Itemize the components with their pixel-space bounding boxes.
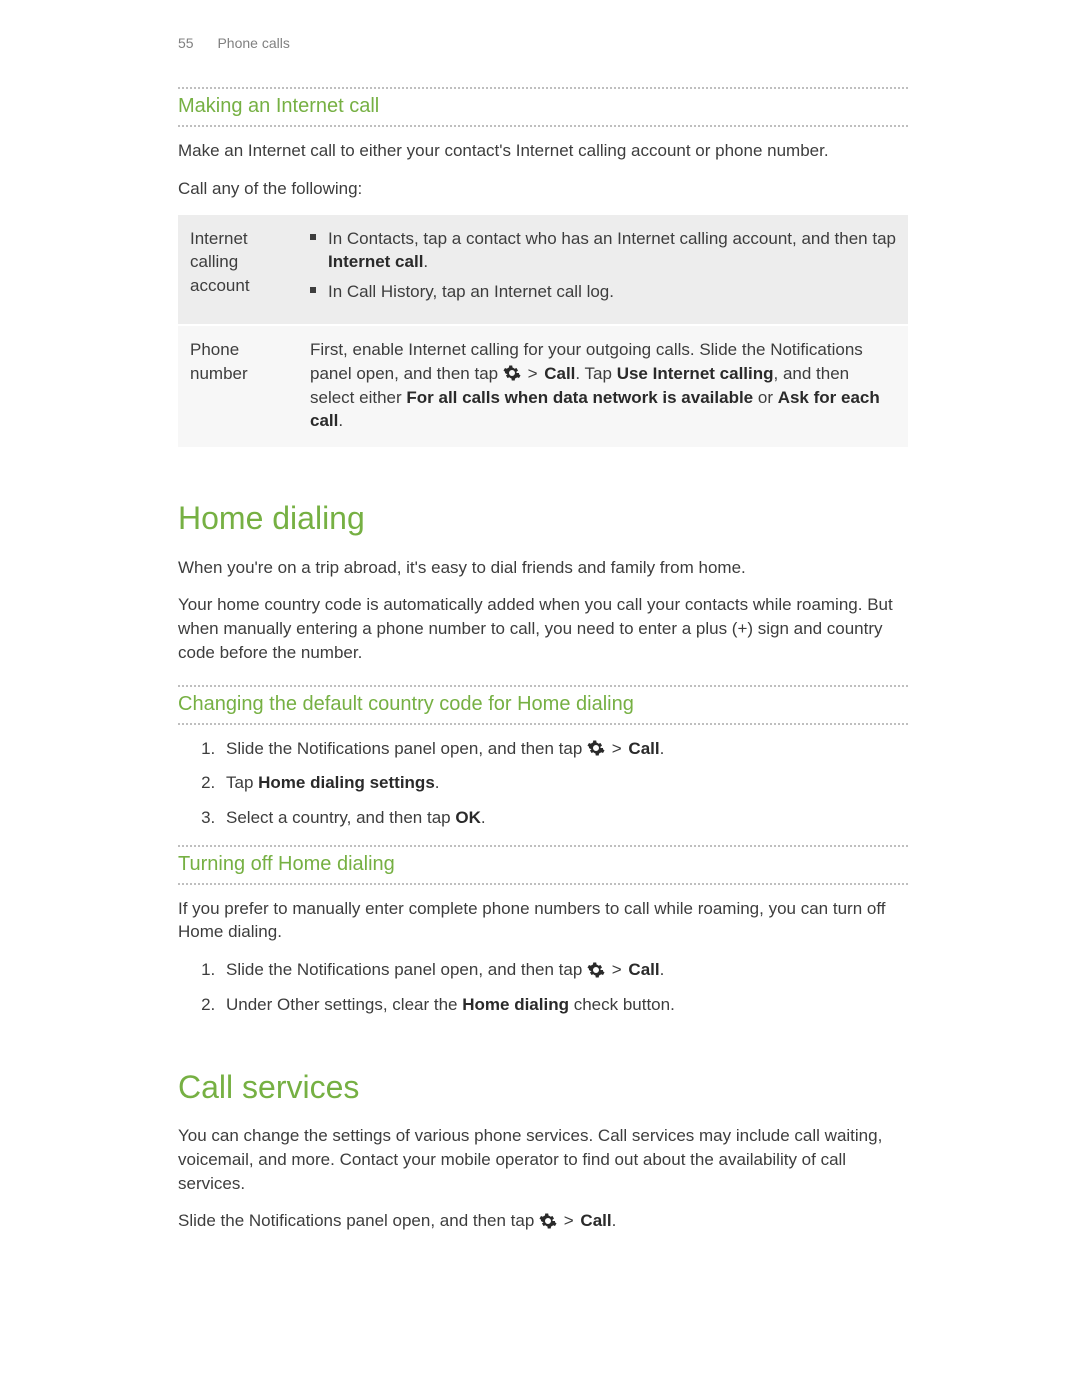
- text: .: [423, 252, 428, 271]
- paragraph: Make an Internet call to either your con…: [178, 139, 908, 163]
- text: .: [612, 1211, 617, 1230]
- divider: [178, 125, 908, 127]
- table-cell-label: Internet calling account: [178, 215, 298, 325]
- text: Tap: [226, 773, 258, 792]
- list-item: Slide the Notifications panel open, and …: [220, 958, 908, 983]
- sub-heading-change-country: Changing the default country code for Ho…: [178, 691, 908, 719]
- main-heading-home-dialing: Home dialing: [178, 499, 908, 537]
- text: Slide the Notifications panel open, and …: [226, 739, 587, 758]
- info-table: Internet calling account In Contacts, ta…: [178, 215, 908, 450]
- divider: [178, 845, 908, 847]
- bold-text: Home dialing settings: [258, 773, 435, 792]
- text: .: [338, 411, 343, 430]
- text: >: [605, 739, 628, 758]
- bold-text: Call: [580, 1211, 611, 1230]
- bold-text: Use Internet calling: [617, 364, 774, 383]
- bullet-list: In Contacts, tap a contact who has an In…: [310, 227, 896, 304]
- text: .: [481, 808, 486, 827]
- text: Slide the Notifications panel open, and …: [178, 1211, 539, 1230]
- text: >: [605, 960, 628, 979]
- settings-gear-icon: [503, 364, 521, 382]
- divider: [178, 883, 908, 885]
- text: Select a country, and then tap: [226, 808, 455, 827]
- table-cell-content: In Contacts, tap a contact who has an In…: [298, 215, 908, 325]
- text: . Tap: [575, 364, 616, 383]
- table-row: Internet calling account In Contacts, ta…: [178, 215, 908, 325]
- bold-text: Call: [628, 960, 659, 979]
- paragraph: When you're on a trip abroad, it's easy …: [178, 556, 908, 580]
- table-cell-content: First, enable Internet calling for your …: [298, 325, 908, 448]
- list-item: In Contacts, tap a contact who has an In…: [310, 227, 896, 275]
- paragraph: Call any of the following:: [178, 177, 908, 201]
- text: check button.: [569, 995, 675, 1014]
- text: In Call History, tap an Internet call lo…: [328, 282, 614, 301]
- sub-heading-turn-off: Turning off Home dialing: [178, 851, 908, 879]
- sub-heading-making-call: Making an Internet call: [178, 93, 908, 121]
- text: >: [521, 364, 544, 383]
- document-page: 55 Phone calls Making an Internet call M…: [0, 0, 1080, 1397]
- bold-text: For all calls when data network is avail…: [406, 388, 753, 407]
- bold-text: Call: [628, 739, 659, 758]
- page-number: 55: [178, 35, 194, 51]
- text: Slide the Notifications panel open, and …: [226, 960, 587, 979]
- ordered-steps: Slide the Notifications panel open, and …: [178, 737, 908, 831]
- table-cell-label: Phone number: [178, 325, 298, 448]
- paragraph: You can change the settings of various p…: [178, 1124, 908, 1195]
- text: >: [557, 1211, 580, 1230]
- text: Under Other settings, clear the: [226, 995, 462, 1014]
- paragraph: If you prefer to manually enter complete…: [178, 897, 908, 945]
- bold-text: OK: [455, 808, 481, 827]
- list-item: Select a country, and then tap OK.: [220, 806, 908, 831]
- settings-gear-icon: [587, 739, 605, 757]
- ordered-steps: Slide the Notifications panel open, and …: [178, 958, 908, 1017]
- text: .: [660, 739, 665, 758]
- bold-text: Home dialing: [462, 995, 569, 1014]
- bold-text: Internet call: [328, 252, 423, 271]
- table-row: Phone number First, enable Internet call…: [178, 325, 908, 448]
- settings-gear-icon: [587, 961, 605, 979]
- divider: [178, 685, 908, 687]
- divider: [178, 87, 908, 89]
- text: .: [660, 960, 665, 979]
- settings-gear-icon: [539, 1212, 557, 1230]
- text: In Contacts, tap a contact who has an In…: [328, 229, 896, 248]
- text: or: [753, 388, 778, 407]
- text: .: [435, 773, 440, 792]
- paragraph: Your home country code is automatically …: [178, 593, 908, 664]
- bold-text: Call: [544, 364, 575, 383]
- main-heading-call-services: Call services: [178, 1068, 908, 1106]
- list-item: In Call History, tap an Internet call lo…: [310, 280, 896, 304]
- page-header-title: Phone calls: [217, 35, 289, 51]
- list-item: Under Other settings, clear the Home dia…: [220, 993, 908, 1018]
- divider: [178, 723, 908, 725]
- page-header: 55 Phone calls: [178, 35, 908, 51]
- list-item: Tap Home dialing settings.: [220, 771, 908, 796]
- list-item: Slide the Notifications panel open, and …: [220, 737, 908, 762]
- paragraph: Slide the Notifications panel open, and …: [178, 1209, 908, 1233]
